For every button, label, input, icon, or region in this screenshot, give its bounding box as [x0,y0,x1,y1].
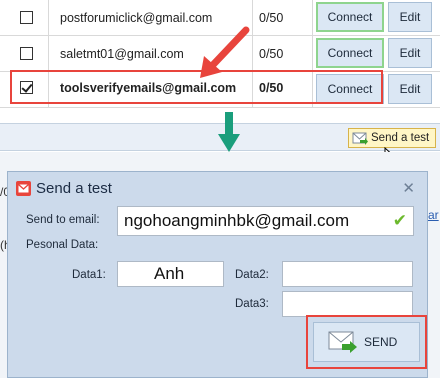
row-checkbox[interactable] [20,47,33,60]
check-icon: ✔ [392,211,407,230]
send-to-label: Send to email: [26,214,100,226]
send-test-dialog: Send a test ✕ Send to email: ngohoangmin… [7,171,428,378]
account-quota: 0/50 [259,47,284,61]
send-label: SEND [364,335,398,349]
send-to-email-value: ngohoangminhbk@gmail.com [124,211,350,230]
data3-field[interactable] [282,291,413,317]
data2-field[interactable] [282,261,413,287]
dialog-title: Send a test [36,180,112,197]
data1-field[interactable]: Anh [117,261,224,287]
edit-button[interactable]: Edit [388,74,432,104]
data3-label: Data3: [235,298,269,310]
account-quota: 0/50 [259,11,284,25]
background-link[interactable]: ar [428,208,439,222]
red-arrow-icon [200,26,250,78]
send-button[interactable]: SEND [313,322,420,362]
send-test-button[interactable]: Send a test [348,128,436,148]
send-test-label: Send a test [371,132,430,144]
close-icon[interactable]: ✕ [402,179,415,197]
account-email: postforumiclick@gmail.com [60,11,213,25]
green-arrow-icon [218,112,240,152]
send-envelope-icon [328,331,357,353]
edit-button[interactable]: Edit [388,38,432,68]
send-to-email-field[interactable]: ngohoangminhbk@gmail.com ✔ [117,206,414,236]
connect-button[interactable]: Connect [316,38,384,68]
data1-value: Anh [154,264,185,283]
connect-button[interactable]: Connect [316,2,384,32]
edit-button[interactable]: Edit [388,2,432,32]
data2-label: Data2: [235,269,269,281]
send-mail-icon [352,132,368,145]
personal-data-label: Pesonal Data: [26,239,99,251]
account-email: saletmt01@gmail.com [60,47,184,61]
gmail-icon [16,181,31,196]
row-checkbox[interactable] [20,11,33,24]
data1-label: Data1: [72,269,106,281]
